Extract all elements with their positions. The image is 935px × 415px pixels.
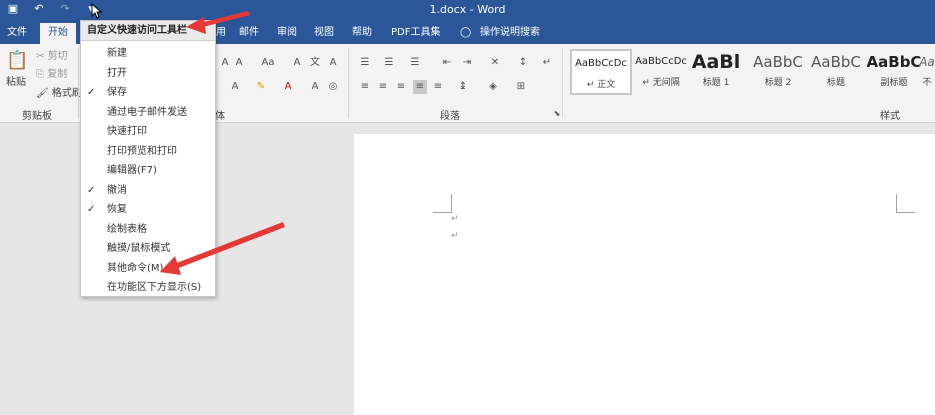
arrow-head-icon — [160, 256, 181, 275]
arrow-to-header — [186, 11, 250, 34]
arrow-shaft-icon — [174, 222, 285, 269]
mouse-cursor-icon — [91, 3, 103, 19]
annotation-arrows — [160, 11, 285, 275]
arrow-head-icon — [186, 17, 206, 34]
arrow-to-more-commands — [160, 222, 285, 275]
